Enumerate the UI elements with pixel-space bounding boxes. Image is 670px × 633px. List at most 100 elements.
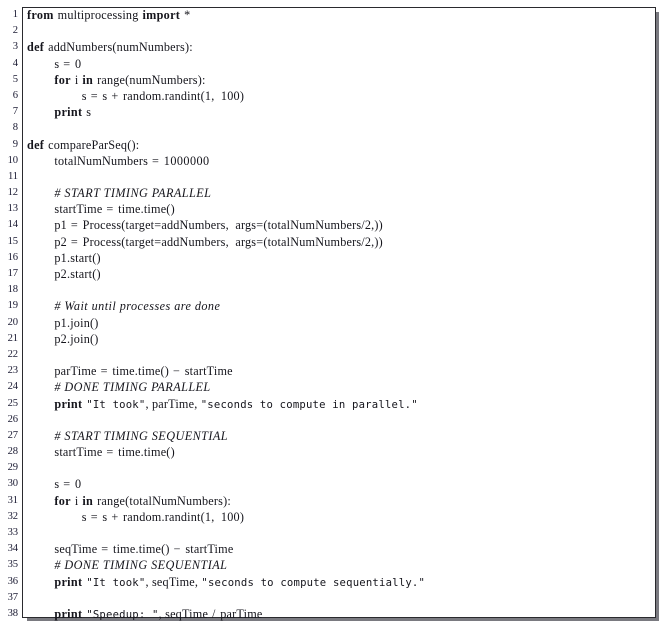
token-id: parTime bbox=[220, 606, 263, 621]
code-text: # START TIMING SEQUENTIAL bbox=[54, 428, 228, 444]
token-id: addNumbers(numNumbers): bbox=[48, 40, 193, 55]
line-number: 7 bbox=[12, 106, 18, 118]
code-line: 26 bbox=[0, 412, 670, 428]
code-line: 27 # START TIMING SEQUENTIAL bbox=[0, 428, 670, 444]
token-id: range(totalNumNumbers): bbox=[97, 493, 231, 508]
line-number: 36 bbox=[7, 575, 19, 587]
code-text: # DONE TIMING PARALLEL bbox=[54, 379, 210, 395]
token-cmt: # DONE TIMING SEQUENTIAL bbox=[54, 558, 228, 573]
line-number: 17 bbox=[7, 268, 19, 279]
line-number: 1 bbox=[12, 9, 18, 20]
token-str: "seconds to compute sequentially." bbox=[201, 576, 426, 589]
code-text: s = s + random.randint(1, 100) bbox=[82, 509, 244, 525]
line-number: 24 bbox=[7, 381, 19, 393]
code-text: print s bbox=[54, 104, 91, 120]
token-kw: def bbox=[27, 40, 45, 55]
code-text: startTime = time.time() bbox=[54, 201, 174, 217]
line-number: 27 bbox=[7, 429, 19, 441]
token-id: p1.join() bbox=[54, 315, 99, 330]
token-id: s bbox=[86, 105, 92, 120]
code-text: p2.start() bbox=[54, 266, 100, 282]
line-number: 34 bbox=[7, 543, 19, 555]
token-op: + bbox=[107, 509, 124, 524]
line-number: 30 bbox=[7, 478, 19, 490]
token-op: = bbox=[86, 88, 103, 103]
line-number: 16 bbox=[7, 251, 19, 263]
code-text: p2.join() bbox=[54, 331, 98, 347]
token-id: parTime bbox=[151, 396, 195, 411]
code-line: 7 print s bbox=[0, 104, 670, 120]
line-number: 18 bbox=[7, 284, 19, 296]
token-kw: in bbox=[82, 493, 94, 508]
line-number: 2 bbox=[12, 25, 18, 37]
code-line: 9 def compareParSeq(): bbox=[0, 137, 670, 153]
token-num: 1000000 bbox=[163, 153, 210, 168]
token-num: 0 bbox=[75, 56, 82, 71]
line-number: 37 bbox=[7, 591, 19, 603]
line-number: 23 bbox=[7, 365, 19, 377]
token-kw: from bbox=[27, 8, 54, 22]
token-id: seqTime bbox=[54, 542, 98, 557]
token-id: p1 bbox=[54, 218, 67, 233]
code-text: startTime = time.time() bbox=[54, 444, 174, 460]
token-id: Process(target=addNumbers, args=(totalNu… bbox=[82, 218, 383, 233]
code-text: seqTime = time.time() − startTime bbox=[54, 541, 233, 557]
token-id: time.time() bbox=[118, 445, 175, 460]
token-op: = bbox=[102, 202, 119, 217]
line-number: 19 bbox=[7, 300, 19, 312]
code-line: 34 seqTime = time.time() − startTime bbox=[0, 541, 670, 557]
code-line: 15 p2 = Process(target=addNumbers, args=(… bbox=[0, 234, 670, 250]
line-number: 32 bbox=[7, 510, 19, 522]
token-id: startTime bbox=[185, 542, 234, 557]
token-kw: for bbox=[54, 72, 71, 87]
code-text: for i in range(totalNumNumbers): bbox=[54, 493, 231, 509]
code-line: 24 # DONE TIMING PARALLEL bbox=[0, 379, 670, 395]
code-text: s = s + random.randint(1, 100) bbox=[82, 88, 244, 104]
code-text: # START TIMING PARALLEL bbox=[54, 185, 211, 201]
token-id: startTime bbox=[54, 202, 103, 217]
token-op: * bbox=[184, 8, 192, 22]
token-cmt: # START TIMING PARALLEL bbox=[54, 186, 212, 201]
line-number: 4 bbox=[12, 57, 18, 69]
token-id: p2.start() bbox=[54, 267, 101, 281]
code-text: s = 0 bbox=[54, 476, 81, 492]
code-line: 5 for i in range(numNumbers): bbox=[0, 72, 670, 88]
code-line: 22 bbox=[0, 347, 670, 363]
line-number: 25 bbox=[7, 397, 19, 409]
line-number: 31 bbox=[7, 494, 19, 506]
token-id: multiprocessing bbox=[57, 8, 139, 22]
code-line: 21 p2.join() bbox=[0, 331, 670, 347]
token-op: = bbox=[66, 218, 83, 233]
code-text: p1.start() bbox=[54, 250, 100, 266]
line-number: 22 bbox=[7, 348, 19, 360]
line-number: 35 bbox=[7, 559, 19, 571]
code-line: 30 s = 0 bbox=[0, 476, 670, 492]
code-line: 3 def addNumbers(numNumbers): bbox=[0, 39, 670, 55]
code-line: 12 # START TIMING PARALLEL bbox=[0, 185, 670, 201]
line-number: 12 bbox=[7, 187, 19, 199]
line-number: 29 bbox=[7, 462, 19, 474]
code-text: print "Speedup: ", seqTime / parTime bbox=[54, 606, 262, 623]
line-number: 9 bbox=[12, 138, 18, 150]
code-line: 19 # Wait until processes are done bbox=[0, 298, 670, 314]
code-line: 37 bbox=[0, 590, 670, 606]
line-number: 14 bbox=[7, 219, 19, 231]
token-str: "It took" bbox=[86, 398, 146, 411]
token-kw: in bbox=[82, 72, 94, 87]
code-line: 32 s = s + random.randint(1, 100) bbox=[0, 509, 670, 525]
code-text: p1.join() bbox=[54, 315, 98, 331]
code-line: 20 p1.join() bbox=[0, 315, 670, 331]
code-line: 31 for i in range(totalNumNumbers): bbox=[0, 493, 670, 509]
token-op: = bbox=[148, 153, 164, 168]
code-line: 17 p2.start() bbox=[0, 266, 670, 282]
code-text: # Wait until processes are done bbox=[54, 298, 220, 314]
token-id: random.randint(1, 100) bbox=[123, 88, 245, 103]
code-text: s = 0 bbox=[54, 56, 81, 72]
code-text: def addNumbers(numNumbers): bbox=[27, 39, 193, 55]
token-id: time.time() bbox=[118, 202, 175, 217]
code-text: print "It took", parTime, "seconds to co… bbox=[54, 396, 417, 413]
token-str: "It took" bbox=[86, 576, 146, 589]
code-text: def compareParSeq(): bbox=[27, 137, 139, 153]
code-line: 1 from multiprocessing import * bbox=[0, 7, 670, 23]
token-id: time.time() bbox=[112, 364, 170, 379]
